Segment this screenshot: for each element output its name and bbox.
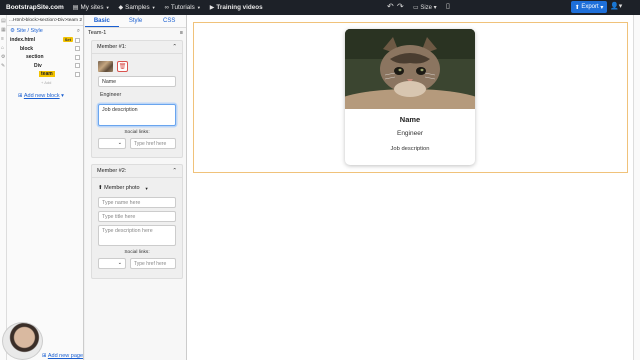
export-button[interactable]: ⬆ Export ▾ [571, 1, 607, 13]
social-network-select[interactable]: ⌄ [98, 138, 126, 149]
presenter-webcam-overlay [2, 322, 43, 360]
social-href-input[interactable]: Type href here [130, 138, 176, 149]
visibility-checkbox[interactable] [75, 54, 80, 60]
set-badge: Set [62, 37, 73, 42]
tab-basic[interactable]: Basic [85, 15, 119, 27]
home-icon[interactable]: ⌂ [1, 45, 5, 51]
menu-icon[interactable]: ≡ [180, 30, 183, 36]
social-network-select[interactable]: ⌄ [98, 258, 126, 269]
tree-item-team[interactable]: team [7, 70, 83, 79]
tree-item-block[interactable]: block [7, 45, 83, 54]
sites-icon: ▤ [72, 5, 79, 11]
member-1-description-textarea[interactable]: Job description [98, 104, 176, 126]
tab-style[interactable]: Style [119, 15, 153, 27]
properties-panel: Basic Style CSS Team-1 ≡ Member #1: ⌃ 🗑 Na… [85, 15, 187, 360]
blocks-icon[interactable]: ▦ [1, 27, 6, 33]
visibility-checkbox[interactable] [75, 71, 80, 77]
social-href-input[interactable]: Type href here [130, 258, 176, 269]
tree-item-index[interactable]: index.html Set [7, 36, 83, 45]
chevron-down-icon: ⌄ [117, 260, 122, 266]
team-member-card[interactable]: Name Engineer Job description [345, 29, 475, 165]
video-icon: ▶ [209, 5, 215, 11]
nav-my-sites[interactable]: ▤ My sites ▼ [73, 4, 110, 11]
card-member-description: Job description [390, 146, 430, 152]
redo-icon[interactable]: ↷ [397, 2, 404, 11]
search-icon[interactable]: ⌕ [77, 28, 80, 35]
chevron-down-icon: ▼ [144, 185, 149, 191]
samples-icon: ◆ [118, 5, 124, 11]
card-member-name: Name [399, 115, 421, 124]
nav-tutorials[interactable]: ∞ Tutorials ▼ [165, 4, 201, 11]
export-icon: ⬆ [574, 4, 582, 11]
card-member-title: Engineer [396, 130, 424, 137]
brand-logo[interactable]: BootstrapSite.com [6, 4, 64, 11]
tree-item-add[interactable]: + Add [7, 79, 83, 88]
social-links-row: ⌄ Type href here [98, 258, 176, 269]
user-menu-icon[interactable]: 👤▾ [610, 2, 622, 10]
tree-item-section[interactable]: section [7, 53, 83, 62]
chevron-down-icon: ▼ [105, 5, 110, 10]
tools-icon[interactable]: ✎ [1, 63, 5, 69]
breadcrumb: ...Html>block>section>Div>team 2 [7, 15, 83, 26]
pages-icon[interactable]: ▤ [1, 18, 6, 24]
add-new-page-link[interactable]: ⊞ Add new page [42, 353, 83, 359]
chevron-down-icon: ▼ [151, 5, 156, 10]
delete-photo-button[interactable]: 🗑 [117, 60, 128, 72]
member-2-title-input[interactable]: Type title here [98, 211, 176, 222]
nav-samples[interactable]: ◆ Samples ▼ [119, 4, 156, 11]
visibility-checkbox[interactable] [75, 63, 80, 69]
mobile-icon[interactable]: ▯ [446, 2, 450, 10]
chevron-up-icon: ⌃ [172, 168, 177, 174]
trash-icon: 🗑 [118, 63, 127, 70]
nav-training-videos[interactable]: ▶ Training videos [210, 4, 263, 11]
tutorials-icon: ∞ [164, 4, 169, 11]
social-links-label: Social links: [124, 130, 150, 135]
properties-tabs: Basic Style CSS [85, 15, 186, 28]
visibility-checkbox[interactable] [75, 46, 80, 52]
member-2-header[interactable]: Member #2: ⌃ [92, 165, 182, 178]
member-photo-thumbnail [98, 60, 113, 72]
member-1-name-input[interactable]: Name [98, 76, 176, 87]
size-dropdown[interactable]: ▭ Size ▾ [413, 4, 437, 11]
add-new-block-link[interactable]: ⊞ Add new block ▾ [18, 93, 83, 99]
settings-icon[interactable]: ⚙ [1, 54, 5, 60]
chevron-down-icon: ⌄ [117, 140, 122, 146]
member-2-name-input[interactable]: Type name here [98, 197, 176, 208]
selected-block-outline[interactable]: Name Engineer Job description [193, 22, 628, 173]
right-scrollbar[interactable] [633, 15, 640, 360]
social-links-row: ⌄ Type href here [98, 138, 176, 149]
member-1-photo-row: 🗑 [98, 59, 176, 73]
tab-css[interactable]: CSS [152, 15, 186, 27]
member-2-description-textarea[interactable]: Type description here [98, 225, 176, 246]
member-1-title-input[interactable]: Engineer [98, 90, 176, 101]
visibility-checkbox[interactable] [75, 37, 80, 43]
team-header: Team-1 ≡ [88, 30, 183, 36]
desktop-icon: ▭ [413, 5, 419, 11]
chevron-up-icon: ⌃ [172, 44, 177, 50]
left-tool-strip: ▤ ▦ ≡ ⌂ ⚙ ✎ [0, 15, 7, 360]
undo-icon[interactable]: ↶ [387, 2, 394, 11]
top-navbar: BootstrapSite.com ▤ My sites ▼ ◆ Samples ▼ ∞… [0, 0, 640, 15]
page-tree-panel: ...Html>block>section>Div>team 2 ⚙ Site … [7, 15, 84, 360]
site-style-link[interactable]: ⚙ Site / Style ⌕ [7, 26, 83, 36]
member-2-panel: Member #2: ⌃ ⬆ Member photo ▼ Type name he… [91, 164, 183, 279]
member-photo-button[interactable]: ⬆ Member photo ▼ [98, 182, 176, 194]
layers-icon[interactable]: ≡ [1, 36, 5, 42]
member-1-panel: Member #1: ⌃ 🗑 Name Engineer Job descript… [91, 40, 183, 158]
preview-canvas: Name Engineer Job description [187, 15, 640, 360]
social-links-label: Social links: [124, 250, 150, 255]
member-1-header[interactable]: Member #1: ⌃ [92, 41, 182, 54]
kitten-photo-drawing [345, 29, 475, 109]
tree-item-div[interactable]: Div [7, 62, 83, 71]
chevron-down-icon: ▼ [196, 5, 201, 10]
kitten-photo [345, 29, 475, 109]
